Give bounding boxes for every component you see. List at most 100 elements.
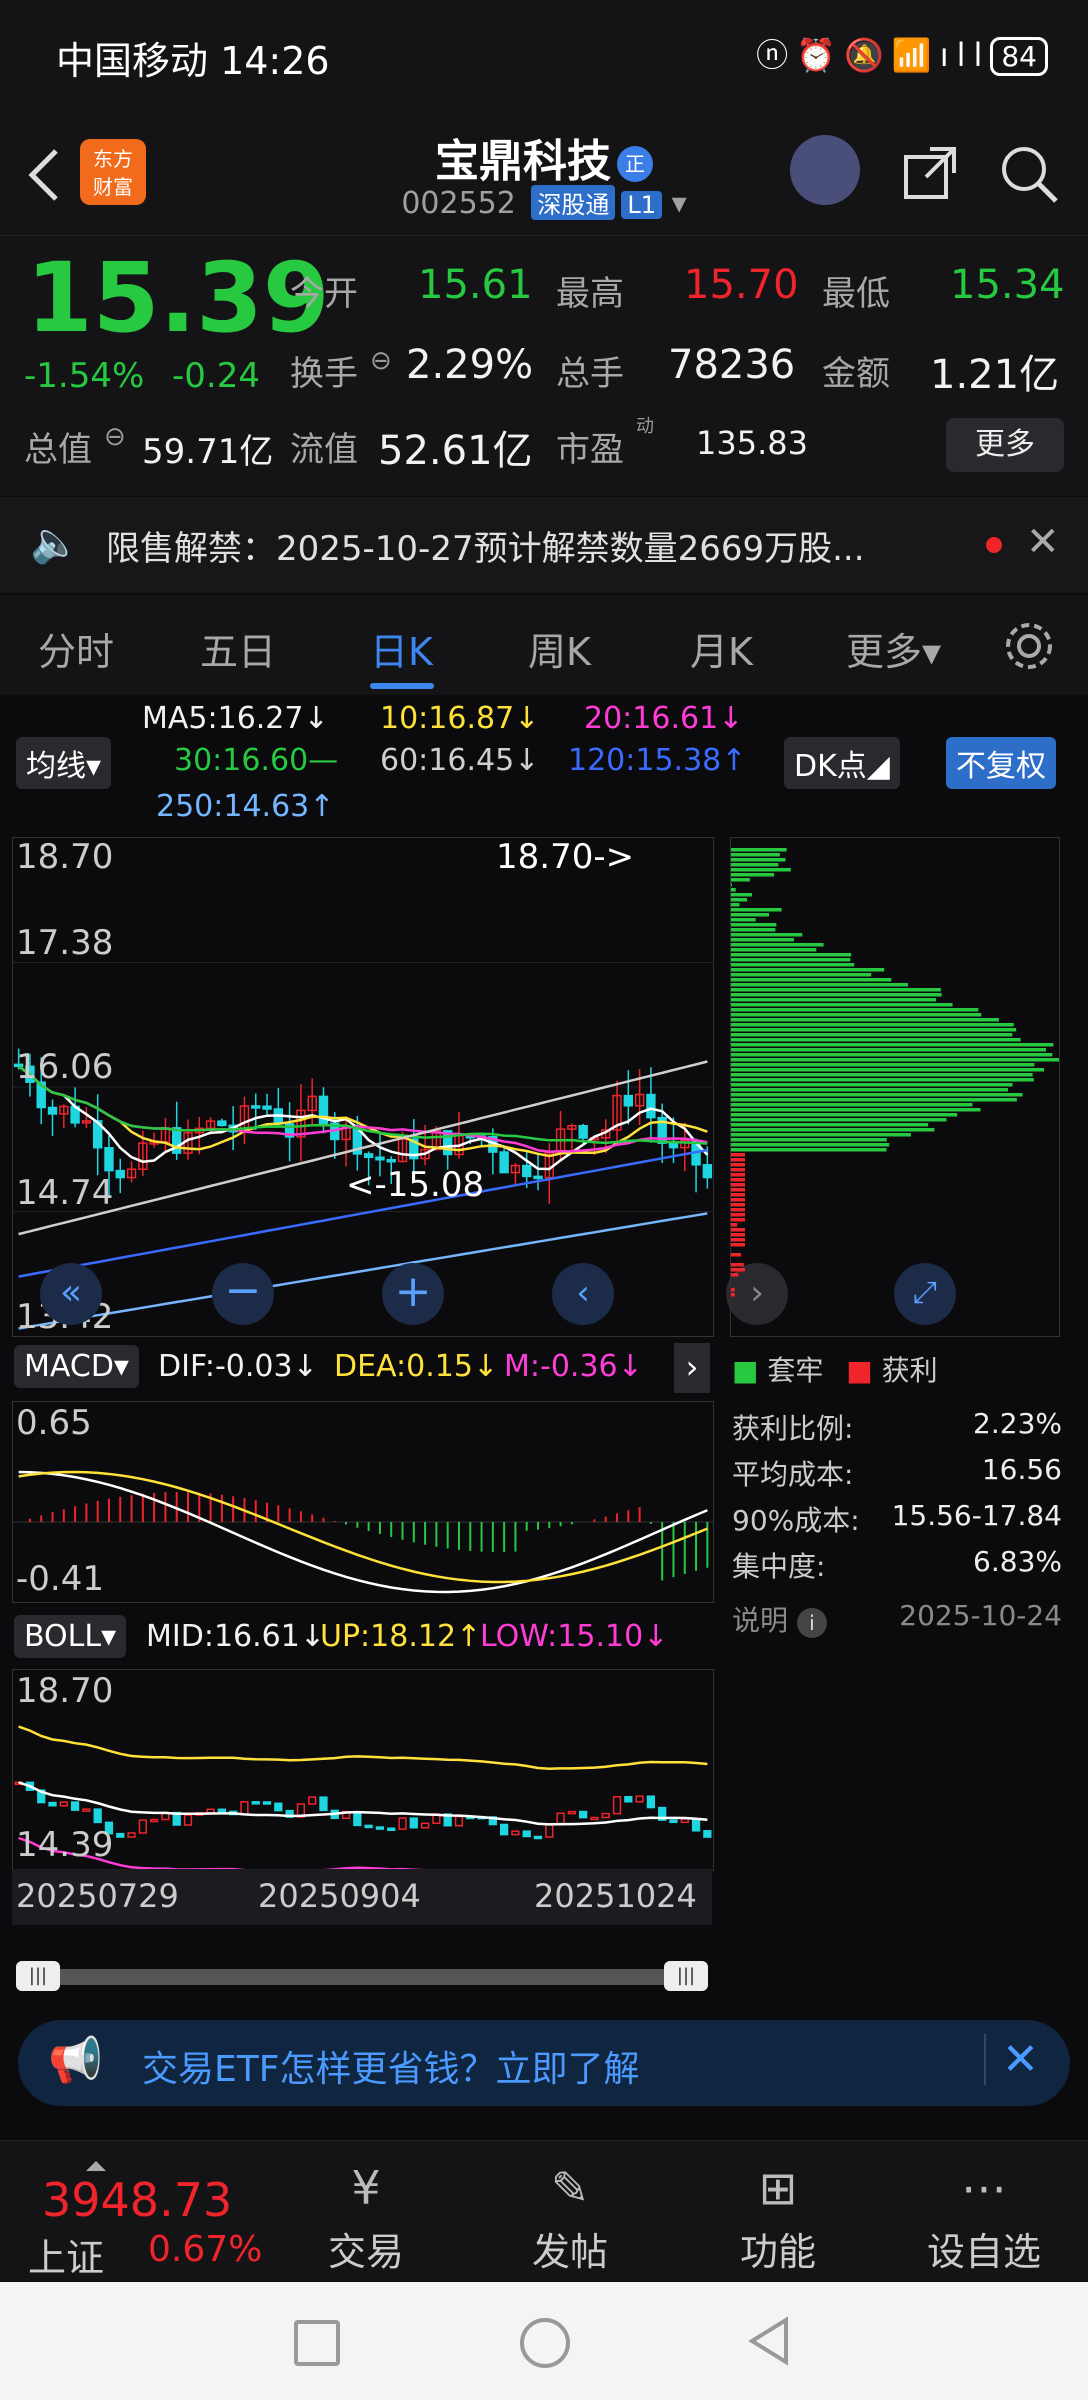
ma30-legend: 30:16.60—	[174, 743, 339, 778]
chip-bar	[731, 928, 776, 932]
macd-panel[interactable]	[12, 1401, 714, 1603]
candle-body	[522, 1164, 532, 1178]
date-tick-1: 20250729	[16, 1877, 179, 1915]
chip-bar	[731, 983, 908, 987]
prev-icon[interactable]: ‹	[552, 1263, 614, 1325]
dif-line	[18, 1470, 708, 1594]
boll-panel[interactable]	[12, 1669, 714, 1871]
bottom-nav: 3948.73 上证 0.67% ¥ 交易 ✎ 发帖 ⊞ 功能 ⋯ 设自选	[0, 2140, 1088, 2281]
chip-bar	[731, 883, 732, 887]
info-icon[interactable]: ⊖	[104, 422, 126, 452]
macd-dif: DIF:-0.03↓	[158, 1349, 318, 1384]
settings-gear-icon[interactable]	[1002, 619, 1056, 673]
boll-candle	[93, 1808, 102, 1824]
candle-body	[115, 1169, 125, 1179]
tab-daily-k[interactable]: 日K	[370, 621, 433, 676]
chip-bar	[731, 898, 748, 902]
chip-bar	[731, 1083, 1013, 1087]
amount-value: 1.21亿	[930, 352, 1060, 398]
chip-bar	[731, 1173, 745, 1177]
chip-bar	[731, 1228, 745, 1232]
change-pct: -1.54%	[24, 356, 145, 396]
nav-post[interactable]: ✎ 发帖	[500, 2161, 640, 2276]
chip-bar	[731, 1253, 742, 1257]
chip-bar	[731, 1138, 887, 1142]
more-button[interactable]: 更多	[946, 418, 1064, 472]
date-tick-2: 20250904	[258, 1877, 421, 1915]
chip-bar	[731, 913, 770, 917]
system-nav-bar	[0, 2282, 1088, 2400]
chip-bar	[731, 1208, 745, 1212]
assistant-robot-icon[interactable]	[790, 135, 860, 205]
nav-functions[interactable]: ⊞ 功能	[708, 2161, 848, 2276]
pe-value: 135.83	[696, 424, 808, 462]
boll-up-line	[18, 1725, 708, 1770]
dk-point-button[interactable]: DK点◢	[784, 737, 900, 789]
back-nav-icon[interactable]	[748, 2316, 790, 2366]
kline-panel[interactable]	[12, 837, 714, 1337]
boll-candle	[545, 1824, 554, 1838]
tab-monthly-k[interactable]: 月K	[690, 621, 753, 676]
boll-candle	[454, 1815, 464, 1827]
boll-candle	[499, 1823, 509, 1836]
chip-bar	[731, 933, 803, 937]
nav-add-watch[interactable]: ⋯ 设自选	[914, 2161, 1054, 2276]
close-icon[interactable]: ✕	[984, 2034, 1039, 2085]
ma20-line	[17, 1065, 708, 1154]
candle-body	[386, 1158, 396, 1163]
more-dots-icon: ⋯	[961, 2161, 1007, 2215]
zoom-out-icon[interactable]: −	[212, 1263, 274, 1325]
tab-more[interactable]: 更多▾	[846, 621, 941, 676]
candle-body	[623, 1094, 634, 1107]
candle-body	[47, 1106, 58, 1115]
boll-selector-button[interactable]: BOLL▾	[14, 1615, 127, 1658]
tab-five-day[interactable]: 五日	[200, 621, 276, 676]
indicator-expand-icon[interactable]: ›	[674, 1343, 710, 1393]
rewind-icon[interactable]: «	[40, 1263, 102, 1325]
boll-candle	[669, 1819, 678, 1824]
chip-bar	[731, 938, 794, 942]
boll-candle	[635, 1795, 644, 1803]
boll-candle	[251, 1801, 260, 1805]
boll-candle	[274, 1802, 283, 1812]
chip-bar	[731, 1233, 745, 1237]
unlock-notice[interactable]: 🔈 限售解禁：2025-10-27预计解禁数量2669万股... ✕	[0, 497, 1088, 593]
index-value[interactable]: 3948.73	[42, 2173, 232, 2227]
home-icon[interactable]	[520, 2318, 570, 2368]
candle-body	[668, 1142, 679, 1149]
range-slider-track[interactable]	[18, 1969, 708, 1985]
etf-banner[interactable]: 📢 交易ETF怎样更省钱？立即了解 ✕	[18, 2020, 1070, 2106]
no-adjust-button[interactable]: 不复权	[946, 737, 1056, 789]
boll-low: LOW:15.10↓	[480, 1619, 669, 1654]
search-icon[interactable]	[998, 143, 1060, 205]
chip-bar	[731, 1008, 979, 1012]
nav-trade[interactable]: ¥ 交易	[296, 2161, 436, 2276]
close-icon[interactable]: ✕	[1026, 519, 1060, 565]
chip-bar	[731, 978, 892, 982]
tab-weekly-k[interactable]: 周K	[528, 621, 591, 676]
kline-axis-top: 18.70	[16, 837, 114, 877]
chip-bar	[731, 1243, 745, 1247]
status-bar: 中国移动 14:26 ⓝ⏰🔕📶ıll 84	[0, 0, 1088, 115]
megaphone-icon: 📢	[48, 2035, 103, 2086]
volume-label: 总手	[556, 354, 624, 394]
boll-candle	[308, 1796, 317, 1805]
chip-bar	[731, 1003, 953, 1007]
macd-selector-button[interactable]: MACD▾	[14, 1345, 139, 1388]
boll-axis-bottom: 14.39	[16, 1825, 114, 1865]
info-icon[interactable]: ⊖	[370, 346, 392, 376]
candle-body	[646, 1093, 656, 1119]
range-handle-right[interactable]: |||	[664, 1961, 708, 1991]
recent-apps-icon[interactable]	[294, 2320, 340, 2366]
zoom-in-icon[interactable]: +	[382, 1263, 444, 1325]
share-icon[interactable]	[900, 143, 960, 203]
ma5-line	[17, 1065, 709, 1171]
ma-selector-button[interactable]: 均线▾	[16, 737, 112, 789]
chip-note-label[interactable]: 说明 i	[732, 1599, 827, 1645]
chip-bar	[731, 1043, 1054, 1047]
mute-icon: 🔕	[844, 36, 892, 74]
tab-intraday[interactable]: 分时	[38, 621, 114, 676]
chip-bar	[731, 1053, 1053, 1057]
range-handle-left[interactable]: |||	[16, 1961, 60, 1991]
ma60-legend: 60:16.45↓	[380, 743, 540, 778]
